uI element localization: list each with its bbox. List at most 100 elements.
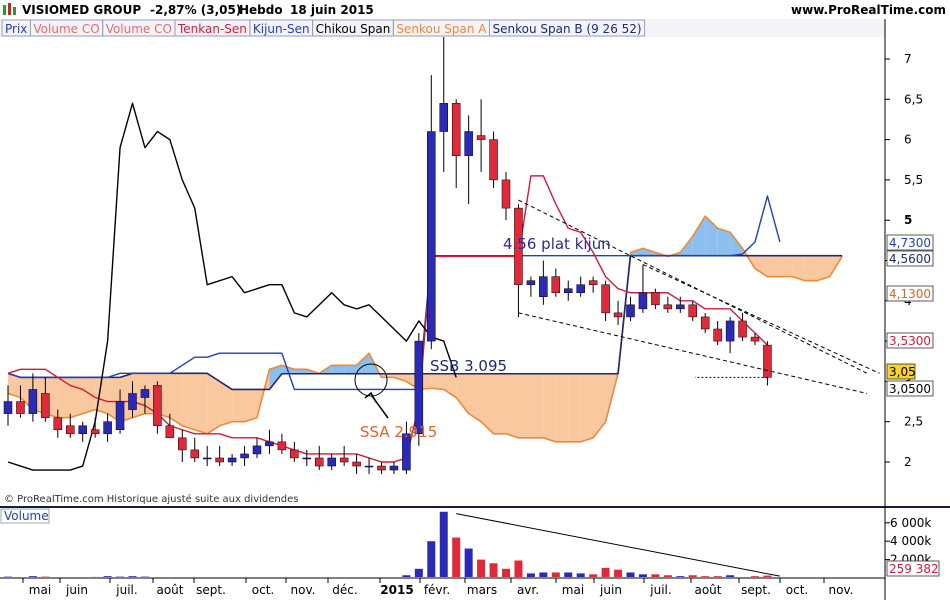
price-tick-label: 5 — [904, 213, 912, 227]
instrument-name: VISIOMED GROUP — [22, 3, 141, 17]
legend-item: Kijun-Sen — [253, 22, 310, 36]
candle-body — [576, 284, 585, 293]
candle-body — [725, 320, 735, 342]
candle-body — [165, 425, 175, 439]
legend-item: Senkou Span A — [396, 22, 487, 36]
volume-bar — [439, 511, 448, 578]
candle-body — [140, 389, 150, 398]
price-badge-label: 3,05 — [889, 365, 916, 379]
cloud-segment — [779, 255, 793, 277]
candle-body — [290, 449, 299, 459]
price-tick-label: 7 — [904, 52, 912, 66]
candle-body — [115, 401, 125, 431]
candle-body — [663, 304, 673, 310]
date-tick-label: oct. — [786, 583, 808, 597]
cloud-segment — [244, 389, 257, 422]
cloud-segment — [169, 373, 183, 426]
candle-body — [153, 385, 162, 426]
volume-panel-label: Volume — [0, 508, 50, 524]
cloud-segment — [767, 255, 780, 277]
cloud-segment — [518, 373, 531, 438]
date-tick-label: août — [156, 583, 183, 597]
price-tick-label: 2,5 — [904, 415, 923, 429]
volume-axis: 2 000k4 000k6 000k259 382 — [885, 516, 940, 577]
date-tick-label: févr. — [424, 583, 450, 597]
cloud-segment — [506, 373, 519, 438]
candle-body — [638, 292, 648, 310]
candle-body — [178, 437, 187, 451]
cloud-segment — [530, 373, 544, 438]
candle-body — [489, 139, 498, 181]
legend-item: Prix — [5, 22, 27, 36]
cloud-segment — [207, 373, 220, 434]
volume-bar — [601, 567, 610, 578]
copyright-note: © ProRealTime.com Historique ajusté suit… — [4, 493, 298, 505]
price-badge-label: 3,5300 — [889, 334, 931, 348]
candle-body — [713, 328, 722, 342]
candle-body — [277, 441, 287, 451]
candle-body — [265, 441, 274, 447]
volume-panel-separator — [0, 506, 950, 508]
candle-body — [41, 393, 50, 418]
header-bar: VISIOMED GROUP -2,87% (3,05) Hebdo 18 ju… — [0, 0, 950, 19]
cloud-segment — [70, 377, 83, 418]
candle-body — [327, 457, 336, 467]
date-tick-label: avr. — [517, 583, 539, 597]
candle-body — [315, 457, 324, 467]
candle-body — [439, 103, 448, 132]
candle-body — [414, 340, 424, 435]
cloud-segment — [182, 373, 195, 430]
cloud-segment — [568, 373, 581, 442]
date-tick-label: août — [694, 583, 721, 597]
site-link[interactable]: www.ProRealTime.com — [791, 3, 946, 17]
candle-body — [688, 304, 697, 318]
candle-body — [564, 288, 573, 293]
date-tick-label: déc. — [332, 583, 357, 597]
volume-bar — [502, 568, 510, 578]
candle-body — [352, 461, 361, 467]
legend-item: Tenkan-Sen — [177, 22, 247, 36]
candle-body — [738, 320, 747, 338]
candle-body — [601, 284, 610, 314]
price-badges: 4,7300 4,5600 4,1300 3,5300 3,05 3,0500 — [886, 234, 934, 397]
svg-text:Volume: Volume — [4, 509, 49, 523]
date-tick-label: sept. — [741, 583, 771, 597]
cloud-segment — [232, 389, 245, 422]
candle-body — [302, 457, 312, 460]
candle-body — [539, 276, 548, 298]
chart-window: VISIOMED GROUP -2,87% (3,05) Hebdo 18 ju… — [0, 0, 950, 600]
price-badge-label: 4,1300 — [889, 287, 931, 301]
date-tick-label: nov. — [291, 583, 316, 597]
candle-body — [526, 280, 536, 285]
price-badge-label: 4,5600 — [889, 252, 931, 266]
candle-body — [427, 131, 436, 342]
legend-item: Volume CO — [106, 22, 172, 36]
cloud-segment — [344, 365, 357, 374]
date-tick-label: nov. — [829, 583, 854, 597]
candle-body — [464, 131, 473, 156]
candle-body — [389, 465, 399, 471]
ichimoku-chart: VISIOMED GROUP -2,87% (3,05) Hebdo 18 ju… — [0, 0, 950, 600]
candle-body — [128, 393, 137, 410]
date-tick-label: juil. — [115, 583, 137, 597]
price-tick-label: 6 — [904, 133, 912, 147]
volume-bar — [427, 541, 436, 578]
candle-body — [3, 401, 13, 414]
trendline-volume-trend — [456, 513, 780, 577]
date-tick-label: mars — [467, 583, 497, 597]
candle-body — [252, 445, 262, 455]
price-badge-label: 4,7300 — [889, 236, 931, 250]
volume-badge-label: 259 382 — [889, 562, 939, 576]
candle-body — [66, 425, 75, 435]
candle-body — [190, 449, 199, 459]
cloud-segment — [555, 373, 569, 442]
legend-item: Volume CO — [33, 22, 99, 36]
price-tick-label: 2 — [904, 455, 912, 469]
cloud-segment — [331, 365, 345, 374]
date-tick-label: juin — [65, 583, 88, 597]
candle-body — [501, 179, 511, 209]
volume-tick-label: 4 000k — [890, 534, 931, 548]
candle-body — [53, 417, 63, 431]
annotation-ssa: SSA 2.915 — [360, 423, 437, 441]
price-change: -2,87% (3,05) — [150, 3, 241, 17]
